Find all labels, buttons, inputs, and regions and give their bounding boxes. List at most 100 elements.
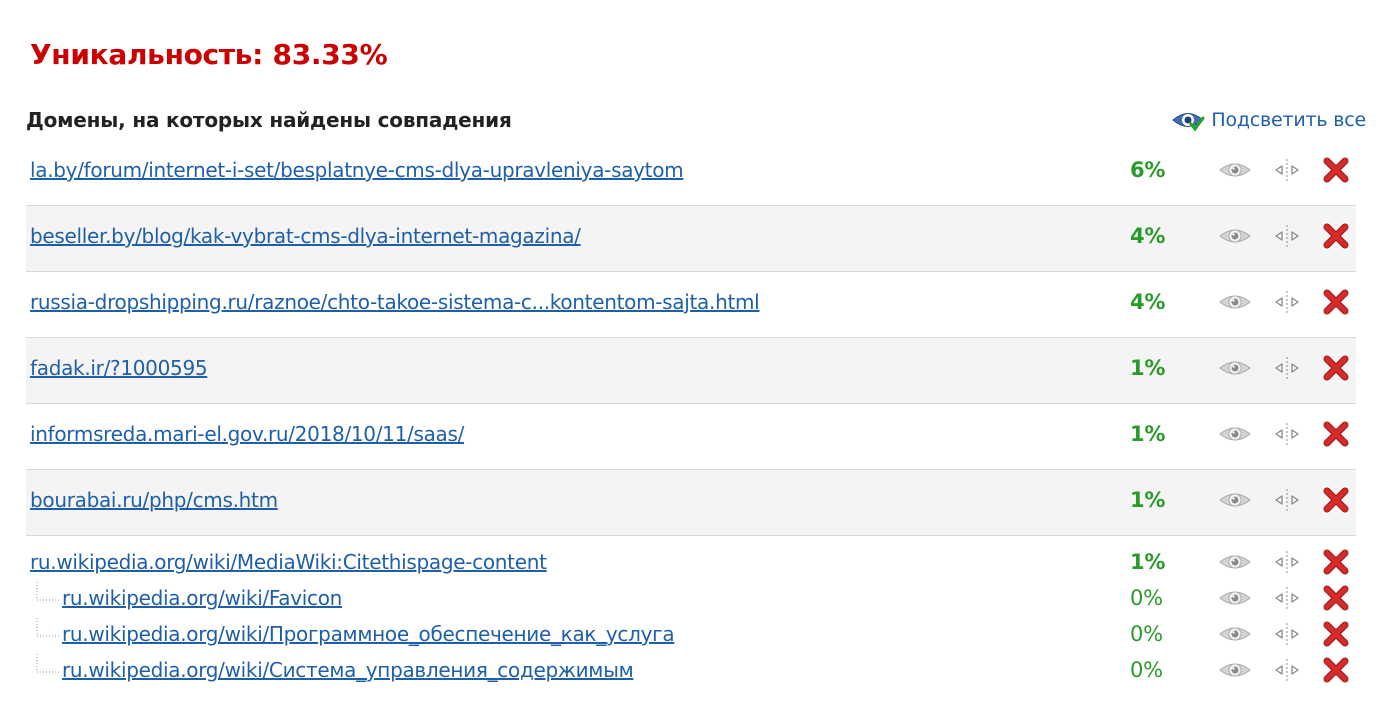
match-url-link[interactable]: ru.wikipedia.org/wiki/MediaWiki:Citethis… <box>30 544 547 580</box>
uniqueness-title: Уникальность: 83.33% <box>30 38 388 71</box>
split-shape <box>1275 659 1299 681</box>
row-actions <box>1218 338 1350 398</box>
delete-x-icon[interactable] <box>1322 288 1350 316</box>
x-shape <box>1323 355 1349 381</box>
split-shape <box>1275 291 1299 313</box>
eye-shape <box>1219 663 1251 677</box>
x-shape <box>1323 157 1349 183</box>
match-url-link[interactable]: fadak.ir/?1000595 <box>30 338 208 398</box>
eye-icon[interactable] <box>1218 488 1252 512</box>
group-child-row: ru.wikipedia.org/wiki/Программное_обеспе… <box>26 616 1356 652</box>
x-shape <box>1323 421 1349 447</box>
x-shape <box>1323 487 1349 513</box>
eye-icon[interactable] <box>1218 586 1252 610</box>
delete-x-icon[interactable] <box>1322 620 1350 648</box>
split-icon[interactable] <box>1270 622 1304 646</box>
eye-check-icon <box>1172 113 1205 132</box>
delete-x-icon[interactable] <box>1322 656 1350 684</box>
row-actions <box>1218 206 1350 266</box>
match-row: bourabai.ru/php/cms.htm 1% <box>26 470 1356 536</box>
matches-table: la.by/forum/internet-i-set/besplatnye-cm… <box>26 140 1356 696</box>
delete-x-icon[interactable] <box>1322 222 1350 250</box>
split-shape <box>1275 423 1299 445</box>
eye-icon[interactable] <box>1218 622 1252 646</box>
delete-x-icon[interactable] <box>1322 584 1350 612</box>
split-icon[interactable] <box>1270 422 1304 446</box>
split-icon[interactable] <box>1270 550 1304 574</box>
split-icon[interactable] <box>1270 224 1304 248</box>
match-row: beseller.by/blog/kak-vybrat-cms-dlya-int… <box>26 206 1356 272</box>
match-url-link[interactable]: ru.wikipedia.org/wiki/Система_управления… <box>62 652 634 688</box>
match-percent: 1% <box>1130 356 1166 380</box>
split-shape <box>1275 357 1299 379</box>
match-url-link[interactable]: ru.wikipedia.org/wiki/Программное_обеспе… <box>62 616 675 652</box>
split-shape <box>1275 159 1299 181</box>
split-shape <box>1275 551 1299 573</box>
highlight-all-link[interactable]: Подсветить все <box>1171 104 1366 136</box>
split-icon[interactable] <box>1270 356 1304 380</box>
row-actions <box>1218 652 1350 688</box>
eye-shape <box>1219 295 1251 309</box>
match-percent: 1% <box>1130 422 1166 446</box>
x-shape <box>1323 289 1349 315</box>
split-icon[interactable] <box>1270 158 1304 182</box>
split-icon[interactable] <box>1270 290 1304 314</box>
match-percent: 6% <box>1130 158 1166 182</box>
eye-shape <box>1219 427 1251 441</box>
match-url-link[interactable]: informsreda.mari-el.gov.ru/2018/10/11/sa… <box>30 404 464 464</box>
match-url-link[interactable]: bourabai.ru/php/cms.htm <box>30 470 278 530</box>
delete-x-icon[interactable] <box>1322 420 1350 448</box>
eye-icon[interactable] <box>1218 356 1252 380</box>
split-shape <box>1275 489 1299 511</box>
x-shape <box>1323 585 1349 611</box>
split-icon[interactable] <box>1270 586 1304 610</box>
delete-x-icon[interactable] <box>1322 354 1350 382</box>
delete-x-icon[interactable] <box>1322 486 1350 514</box>
row-actions <box>1218 404 1350 464</box>
x-shape <box>1323 621 1349 647</box>
match-url-link[interactable]: beseller.by/blog/kak-vybrat-cms-dlya-int… <box>30 206 581 266</box>
delete-x-icon[interactable] <box>1322 548 1350 576</box>
eye-shape <box>1219 555 1251 569</box>
group-child-row: ru.wikipedia.org/wiki/Favicon 0% <box>26 580 1356 616</box>
delete-x-icon[interactable] <box>1322 156 1350 184</box>
match-row: informsreda.mari-el.gov.ru/2018/10/11/sa… <box>26 404 1356 470</box>
group-child-row: ru.wikipedia.org/wiki/Система_управления… <box>26 652 1356 688</box>
match-row: russia-dropshipping.ru/raznoe/chto-takoe… <box>26 272 1356 338</box>
tree-connector-icon <box>36 618 60 637</box>
match-row: fadak.ir/?1000595 1% <box>26 338 1356 404</box>
split-shape <box>1275 225 1299 247</box>
split-icon[interactable] <box>1270 658 1304 682</box>
eye-icon[interactable] <box>1218 422 1252 446</box>
match-url-link[interactable]: ru.wikipedia.org/wiki/Favicon <box>62 580 342 616</box>
row-actions <box>1218 544 1350 580</box>
tree-connector-icon <box>36 654 60 673</box>
match-percent: 4% <box>1130 224 1166 248</box>
eye-icon[interactable] <box>1218 658 1252 682</box>
eye-icon[interactable] <box>1218 158 1252 182</box>
x-shape <box>1323 549 1349 575</box>
eye-shape <box>1219 493 1251 507</box>
match-url-link[interactable]: la.by/forum/internet-i-set/besplatnye-cm… <box>30 140 684 200</box>
results-header: Домены, на которых найдены совпадения По… <box>26 104 1366 136</box>
eye-icon[interactable] <box>1218 290 1252 314</box>
eye-shape <box>1219 627 1251 641</box>
match-percent: 0% <box>1130 586 1163 610</box>
match-group: ru.wikipedia.org/wiki/MediaWiki:Citethis… <box>26 536 1356 696</box>
group-parent-row: ru.wikipedia.org/wiki/MediaWiki:Citethis… <box>26 544 1356 580</box>
row-actions <box>1218 272 1350 332</box>
match-percent: 0% <box>1130 622 1163 646</box>
eye-icon[interactable] <box>1218 224 1252 248</box>
eye-shape <box>1219 591 1251 605</box>
match-url-link[interactable]: russia-dropshipping.ru/raznoe/chto-takoe… <box>30 272 760 332</box>
match-row: la.by/forum/internet-i-set/besplatnye-cm… <box>26 140 1356 206</box>
eye-icon[interactable] <box>1218 550 1252 574</box>
split-shape <box>1275 623 1299 645</box>
match-percent: 1% <box>1130 550 1166 574</box>
x-shape <box>1323 657 1349 683</box>
x-shape <box>1323 223 1349 249</box>
split-icon[interactable] <box>1270 488 1304 512</box>
domains-heading: Домены, на которых найдены совпадения <box>26 108 512 132</box>
eye-shape <box>1219 361 1251 375</box>
eye-shape <box>1219 163 1251 177</box>
